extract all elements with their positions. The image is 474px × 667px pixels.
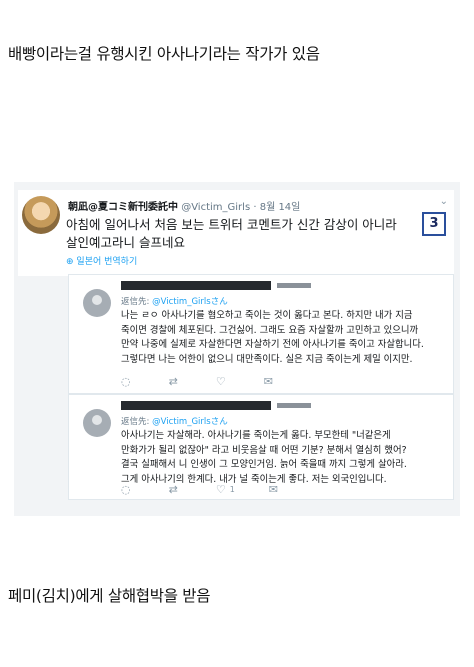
heart-icon: ♡ bbox=[215, 483, 226, 496]
retweet-icon: ⇄ bbox=[168, 375, 178, 388]
tweet-header: 朝凪@夏コミ新刊委託中 @Victim_Girls · 8월 14일 bbox=[68, 202, 301, 213]
chevron-down-icon[interactable]: ⌄ bbox=[440, 196, 448, 207]
reply-tweet: 返信先: @Victim_Girlsさん 나는 ㄹㅇ 아사나기를 혐오하고 죽이… bbox=[68, 274, 454, 394]
reply-icon: ◌ bbox=[121, 375, 131, 388]
redacted-name bbox=[121, 281, 311, 290]
reply-text-line: 나는 ㄹㅇ 아사나기를 혐오하고 죽이는 것이 옳다고 본다. 하지만 내가 지… bbox=[121, 310, 413, 321]
avatar[interactable] bbox=[83, 409, 111, 437]
reply-button[interactable]: ◌ bbox=[121, 483, 135, 496]
like-button[interactable]: ♡ 1 bbox=[216, 483, 235, 496]
reply-text-line: 죽이면 경찰에 체포된다. 그건싫어. 그래도 요즘 자살할까 고민하고 있으니… bbox=[121, 324, 419, 336]
retweet-button[interactable]: ⇄ bbox=[169, 483, 182, 496]
reply-text-line: 만약 나중에 실제로 자살한다면 자살하기 전에 아사나기를 죽이고 자살합니다… bbox=[121, 339, 424, 350]
tweet-text-line: 아침에 일어나서 처음 보는 트위터 코멘트가 신간 감상이 아니라 bbox=[66, 217, 397, 232]
reply-text-line: 그렇다면 나는 어한이 없으니 대만족이다. 실은 지금 죽이는게 제일 이지만… bbox=[121, 353, 413, 365]
reply-icon: ◌ bbox=[121, 483, 131, 496]
message-button[interactable]: ✉ bbox=[269, 483, 282, 496]
caption-bottom: 페미(김치)에게 살해협박을 받음 bbox=[8, 587, 211, 605]
avatar[interactable] bbox=[83, 289, 111, 317]
heart-icon: ♡ bbox=[215, 375, 226, 388]
tweet-actions: ◌ ⇄ ♡ 1 ✉ bbox=[121, 483, 282, 496]
number-badge: 3 bbox=[422, 212, 446, 236]
tweet-date[interactable]: 8월 14일 bbox=[260, 202, 301, 213]
mention-link[interactable]: @Victim_Girlsさん bbox=[152, 297, 228, 307]
reply-button[interactable]: ◌ bbox=[121, 375, 135, 388]
reply-text-line: 결국 실패해서 니 인생이 그 모양인거임. 늙어 죽을때 까지 그렇게 살아라… bbox=[121, 459, 407, 470]
redacted-name bbox=[121, 401, 311, 410]
reply-tweet: 返信先: @Victim_Girlsさん 아사나기는 자살해라. 아사나기를 죽… bbox=[68, 394, 454, 500]
like-button[interactable]: ♡ bbox=[216, 375, 230, 388]
retweet-icon: ⇄ bbox=[168, 483, 178, 496]
translate-link[interactable]: ⊕ 일본어 번역하기 bbox=[66, 254, 137, 267]
tweet-text-line: 살인예고라니 슬프네요 bbox=[66, 235, 185, 250]
reply-to: 返信先: @Victim_Girlsさん bbox=[121, 417, 228, 427]
caption-top: 배빵이라는걸 유행시킨 아사나기라는 작가가 있음 bbox=[8, 45, 320, 63]
main-tweet: 朝凪@夏コミ新刊委託中 @Victim_Girls · 8월 14일 ⌄ 3 아… bbox=[18, 190, 454, 276]
tweet-screenshot: 朝凪@夏コミ新刊委託中 @Victim_Girls · 8월 14일 ⌄ 3 아… bbox=[14, 182, 460, 516]
mention-link[interactable]: @Victim_Girlsさん bbox=[152, 417, 228, 427]
avatar[interactable] bbox=[22, 196, 60, 234]
retweet-button[interactable]: ⇄ bbox=[169, 375, 182, 388]
tweet-text: 아침에 일어나서 처음 보는 트위터 코멘트가 신간 감상이 아니라 살인예고라… bbox=[66, 216, 416, 252]
envelope-icon: ✉ bbox=[263, 375, 273, 388]
display-name[interactable]: 朝凪@夏コミ新刊委託中 bbox=[68, 202, 178, 213]
translate-label: 일본어 번역하기 bbox=[76, 257, 138, 267]
reply-to: 返信先: @Victim_Girlsさん bbox=[121, 297, 228, 307]
reply-text: 아사나기는 자살해라. 아사나기를 죽이는게 옳다. 부모한테 "너같은게 만화… bbox=[121, 429, 445, 487]
envelope-icon: ✉ bbox=[268, 483, 279, 496]
reply-text-line: 아사나기는 자살해라. 아사나기를 죽이는게 옳다. 부모한테 "너같은게 bbox=[121, 430, 391, 441]
reply-text: 나는 ㄹㅇ 아사나기를 혐오하고 죽이는 것이 옳다고 본다. 하지만 내가 지… bbox=[121, 309, 445, 367]
tweet-actions: ◌ ⇄ ♡ ✉ bbox=[121, 375, 277, 388]
globe-icon: ⊕ bbox=[66, 257, 74, 267]
message-button[interactable]: ✉ bbox=[264, 375, 277, 388]
reply-text-line: 만화가가 될리 없잖아" 라고 비웃음살 때 어떤 기분? 분해서 열심히 했어… bbox=[121, 444, 407, 456]
handle[interactable]: @Victim_Girls bbox=[181, 202, 250, 213]
